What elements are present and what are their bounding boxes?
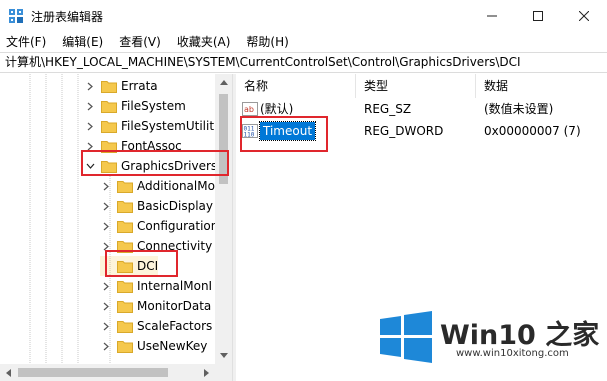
folder-icon [117, 220, 133, 233]
folder-icon [117, 180, 133, 193]
scroll-down-arrow-icon[interactable] [215, 347, 232, 364]
minimize-icon [487, 15, 497, 16]
windows-logo-icon [380, 311, 432, 363]
chevron-right-icon[interactable] [100, 276, 112, 296]
chevron-right-icon[interactable] [100, 296, 112, 316]
scroll-right-arrow-icon[interactable] [198, 364, 215, 381]
tree-horizontal-scrollbar[interactable] [0, 364, 232, 381]
title-bar: 注册表编辑器 [0, 0, 607, 31]
folder-icon [101, 100, 117, 113]
value-data: 0x00000007 (7) [484, 124, 581, 138]
address-bar[interactable]: 计算机\HKEY_LOCAL_MACHINE\SYSTEM\CurrentCon… [0, 52, 607, 73]
tree-item-label: FileSystem [121, 99, 186, 113]
chevron-right-icon[interactable] [100, 216, 112, 236]
tree-item[interactable]: UseNewKey [100, 336, 207, 356]
maximize-icon [533, 10, 543, 21]
tree-item[interactable]: Configuration [100, 216, 218, 236]
value-data: (数值未设置) [484, 102, 554, 116]
tree-item-label: FileSystemUtiliti [121, 119, 218, 133]
tree-item[interactable]: ScaleFactors [100, 316, 212, 336]
tree-item-label: AdditionalMo [137, 179, 215, 193]
folder-icon [117, 320, 133, 333]
column-header-name[interactable]: 名称 [236, 74, 356, 98]
key-tree: Errata FileSystem FileSystemUtiliti FontAss… [0, 74, 232, 364]
tree-item-label: InternalMonI [137, 279, 213, 293]
menu-bar: 文件(F) 编辑(E) 查看(V) 收藏夹(A) 帮助(H) [0, 31, 607, 51]
folder-icon [117, 300, 133, 313]
value-type: REG_DWORD [364, 124, 444, 138]
highlight-graphicsdrivers [81, 150, 229, 176]
chevron-right-icon[interactable] [100, 176, 112, 196]
chevron-right-icon[interactable] [84, 76, 96, 96]
watermark-url: www.win10xitong.com [456, 348, 569, 359]
value-type: REG_SZ [364, 102, 412, 116]
hscroll-thumb[interactable] [18, 368, 168, 377]
tree-item-label: Configuration [137, 219, 219, 233]
column-header-data[interactable]: 数据 [476, 74, 607, 98]
chevron-right-icon[interactable] [84, 116, 96, 136]
chevron-right-icon[interactable] [100, 316, 112, 336]
chevron-right-icon[interactable] [100, 336, 112, 356]
tree-item[interactable]: Errata [84, 76, 158, 96]
menu-favorites[interactable]: 收藏夹(A) [177, 33, 231, 50]
menu-edit[interactable]: 编辑(E) [62, 33, 103, 50]
folder-icon [101, 80, 117, 93]
tree-item[interactable]: MonitorData [100, 296, 211, 316]
folder-icon [101, 120, 117, 133]
tree-item[interactable]: FileSystemUtiliti [84, 116, 217, 136]
tree-item-label: Errata [121, 79, 158, 93]
scroll-up-arrow-icon[interactable] [215, 74, 232, 91]
tree-item-label: ScaleFactors [137, 319, 213, 333]
maximize-button[interactable] [515, 0, 561, 31]
menu-help[interactable]: 帮助(H) [246, 33, 288, 50]
folder-icon [117, 340, 133, 353]
tree-item-label: MonitorData [137, 299, 212, 313]
tree-vertical-scrollbar[interactable] [215, 74, 232, 364]
folder-icon [117, 200, 133, 213]
tree-item[interactable]: AdditionalMo [100, 176, 215, 196]
tree-item[interactable]: FileSystem [84, 96, 186, 116]
window-title: 注册表编辑器 [31, 10, 104, 24]
regedit-icon [9, 9, 23, 23]
close-icon [579, 10, 589, 21]
chevron-right-icon[interactable] [100, 196, 112, 216]
highlight-dci [105, 250, 178, 277]
scroll-left-arrow-icon[interactable] [0, 364, 17, 381]
folder-icon [117, 280, 133, 293]
tree-item[interactable]: InternalMonI [100, 276, 212, 296]
chevron-right-icon[interactable] [84, 96, 96, 116]
svg-text:ab: ab [244, 105, 254, 114]
string-value-icon: ab [242, 102, 258, 116]
tree-item-label: BasicDisplay [137, 199, 214, 213]
close-button[interactable] [561, 0, 607, 31]
highlight-timeout [240, 116, 328, 152]
menu-file[interactable]: 文件(F) [6, 33, 46, 50]
column-header-type[interactable]: 类型 [356, 74, 476, 98]
tree-item[interactable]: BasicDisplay [100, 196, 213, 216]
tree-item-label: UseNewKey [137, 339, 208, 353]
minimize-button[interactable] [469, 0, 515, 31]
watermark-brand: Win10 之家 [440, 320, 600, 351]
menu-view[interactable]: 查看(V) [119, 33, 161, 50]
